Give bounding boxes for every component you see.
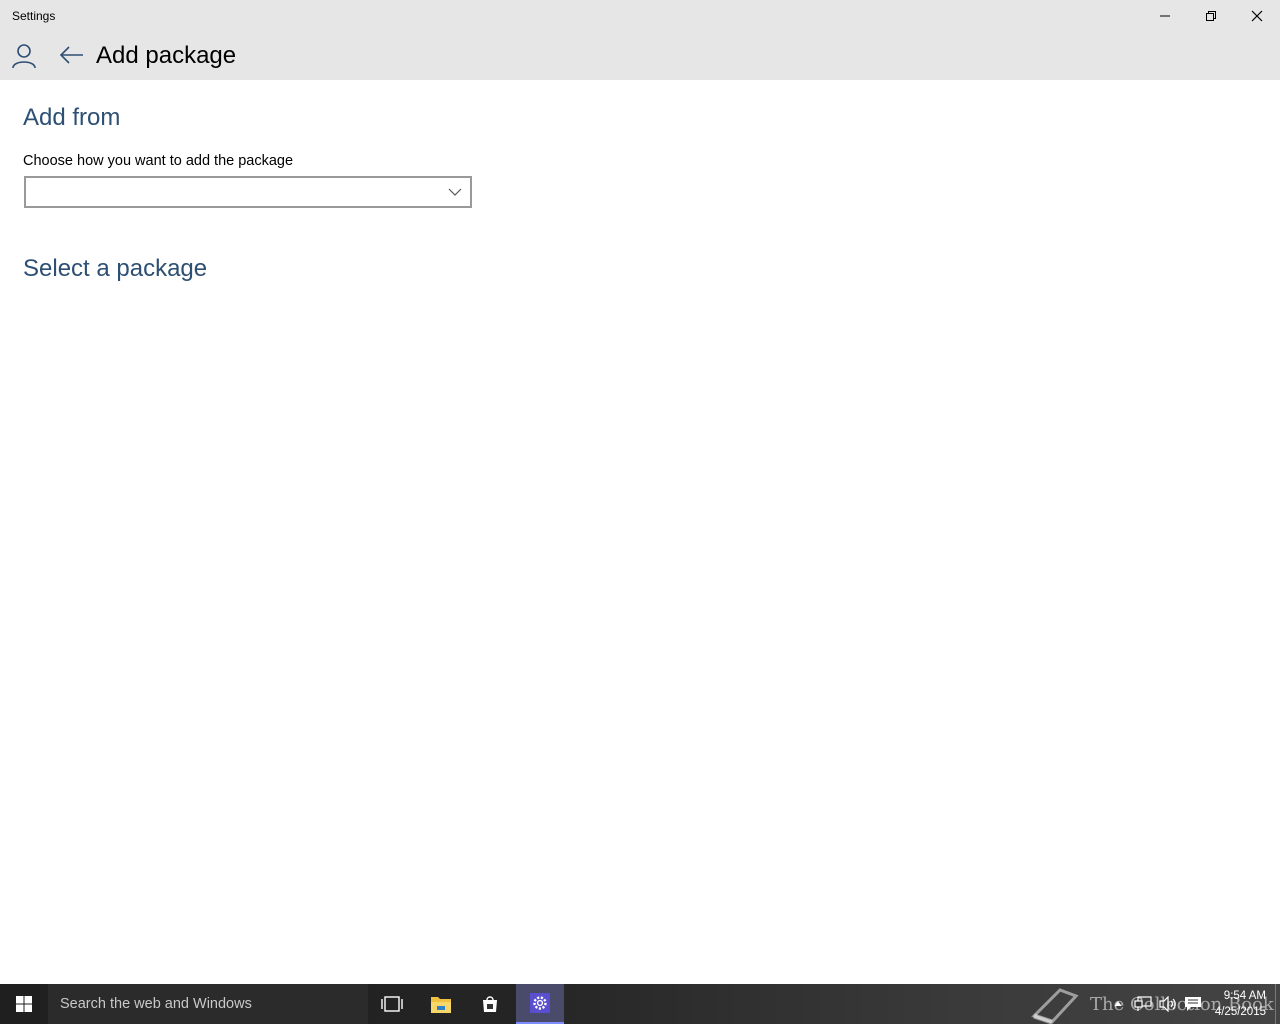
back-button[interactable] (58, 42, 86, 70)
show-hidden-icons-button[interactable] (1108, 984, 1128, 1024)
windows-logo-icon (16, 996, 32, 1012)
restore-button[interactable] (1188, 0, 1234, 32)
file-explorer-button[interactable] (417, 984, 465, 1024)
clock-date: 4/25/2015 (1214, 1006, 1266, 1018)
minimize-icon (1160, 15, 1170, 17)
file-explorer-icon (431, 997, 451, 1013)
taskbar: Search the web and Windows The Collectio… (0, 984, 1280, 1024)
network-button[interactable] (1132, 984, 1154, 1024)
clock[interactable]: 9:54 AM 4/25/2015 (1215, 988, 1266, 1020)
chevron-up-icon (1114, 1001, 1122, 1007)
user-icon (12, 44, 36, 69)
chevron-down-icon (448, 188, 462, 196)
search-placeholder: Search the web and Windows (60, 996, 252, 1012)
account-button[interactable] (10, 42, 38, 70)
clock-time: 9:54 AM (1223, 990, 1266, 1002)
add-from-heading: Add from (23, 104, 121, 131)
add-method-label: Choose how you want to add the package (23, 153, 294, 169)
restore-icon (1206, 11, 1216, 21)
select-package-heading: Select a package (23, 255, 208, 282)
network-icon (1134, 996, 1152, 1011)
title-bar: Settings (0, 0, 1280, 32)
settings-header: Add package (0, 32, 1280, 80)
minimize-button[interactable] (1142, 0, 1188, 32)
action-center-icon (1185, 997, 1201, 1011)
window-title: Settings (12, 9, 56, 23)
book-icon (1031, 988, 1079, 1024)
close-icon (1251, 10, 1263, 22)
back-arrow-icon (59, 46, 83, 64)
action-center-button[interactable] (1182, 984, 1204, 1024)
start-button[interactable] (0, 984, 48, 1024)
taskbar-search-box[interactable]: Search the web and Windows (48, 984, 368, 1024)
store-button[interactable] (466, 984, 514, 1024)
settings-gear-icon (530, 993, 550, 1013)
add-method-dropdown[interactable] (24, 176, 472, 208)
store-icon (483, 996, 497, 1012)
page-title: Add package (96, 42, 237, 69)
volume-icon (1159, 996, 1176, 1012)
volume-button[interactable] (1157, 984, 1179, 1024)
settings-taskbar-button[interactable] (516, 984, 564, 1024)
close-button[interactable] (1234, 0, 1280, 32)
task-view-button[interactable] (368, 984, 416, 1024)
show-desktop-button[interactable] (1275, 984, 1280, 1024)
task-view-icon (381, 996, 403, 1012)
